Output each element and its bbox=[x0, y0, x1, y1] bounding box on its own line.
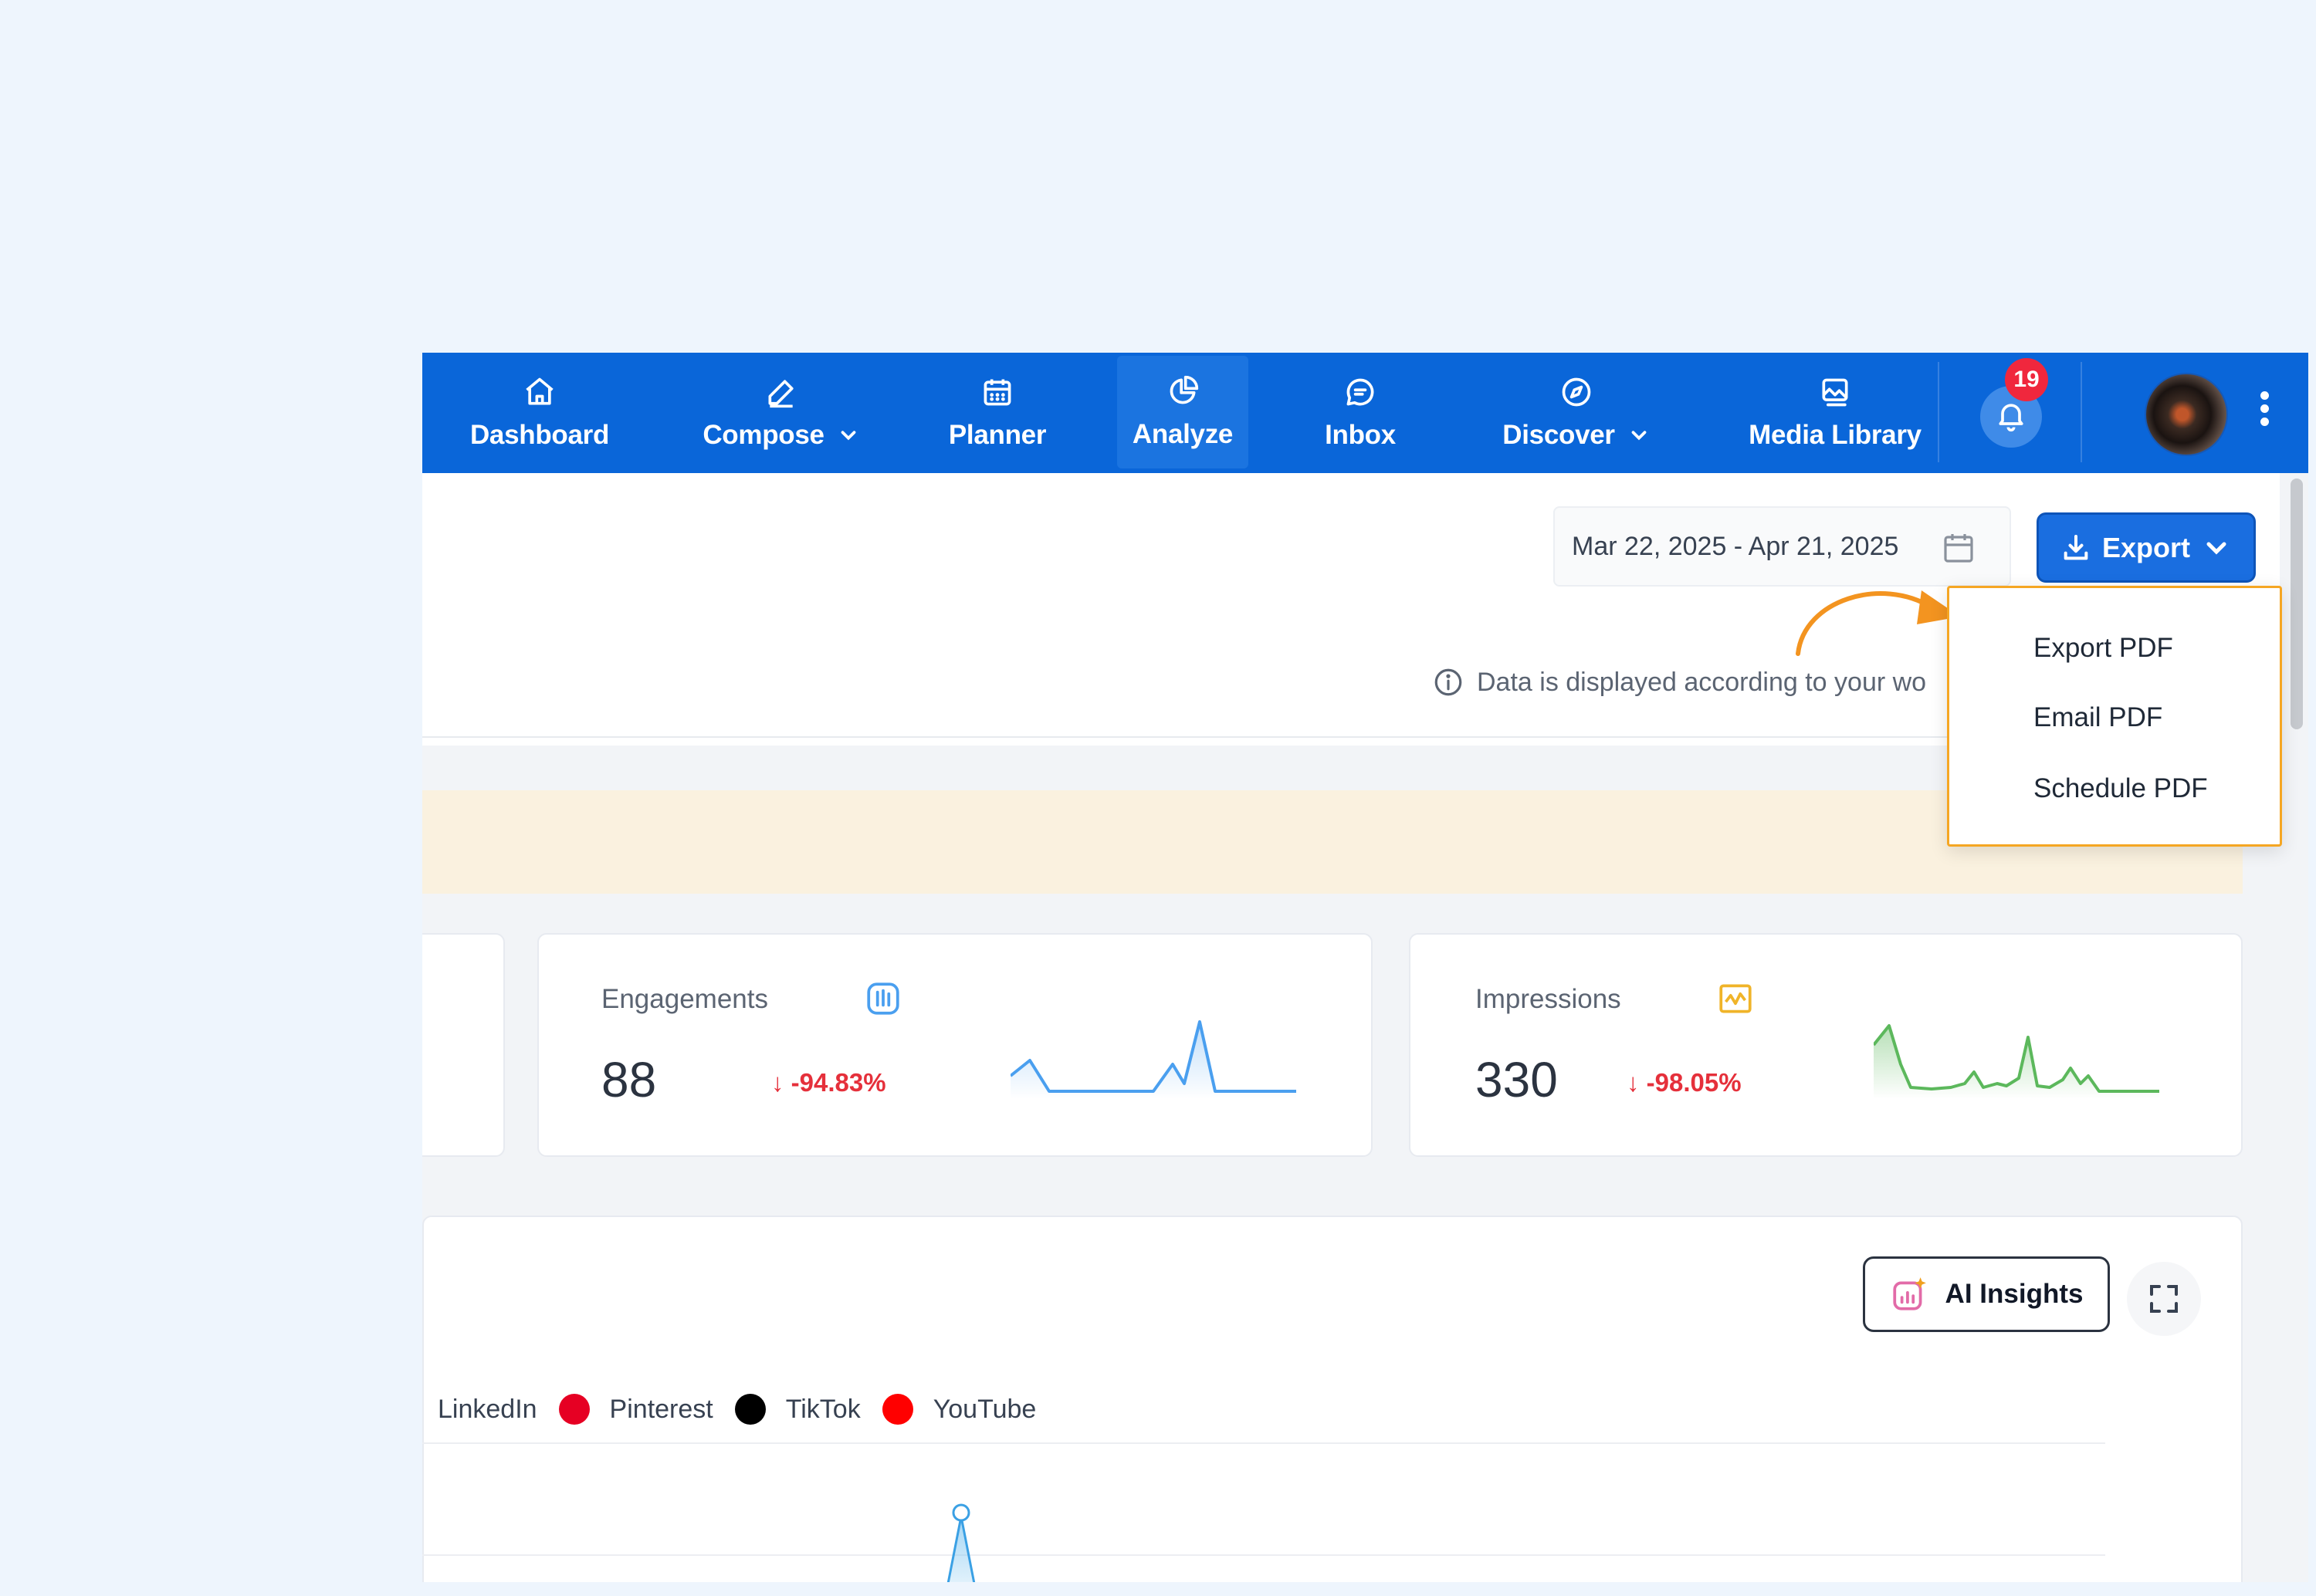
chevron-down-icon bbox=[2201, 533, 2232, 563]
metric-change: ↓ -98.05% bbox=[1627, 1068, 1742, 1097]
metric-change: ↓ -94.83% bbox=[771, 1068, 886, 1097]
metric-title: Engagements bbox=[601, 984, 768, 1014]
export-button-label: Export bbox=[2101, 531, 2190, 563]
metric-change-value: -98.05% bbox=[1646, 1068, 1742, 1097]
chart-data-spike bbox=[946, 1503, 976, 1582]
nav-label-compose: Compose bbox=[703, 420, 824, 450]
legend-item-pinterest[interactable]: Pinterest bbox=[558, 1394, 713, 1425]
nav-label-dashboard: Dashboard bbox=[469, 420, 610, 450]
menu-item-export-pdf[interactable]: Export PDF bbox=[2033, 633, 2173, 664]
chevron-down-icon bbox=[837, 424, 860, 447]
legend-label: LinkedIn bbox=[438, 1394, 537, 1424]
tutorial-arrow-icon bbox=[1796, 590, 1960, 656]
expand-icon bbox=[2150, 1285, 2178, 1313]
legend-dot bbox=[558, 1394, 590, 1425]
chart-legend: LinkedIn Pinterest TikTok YouTube bbox=[438, 1394, 1058, 1425]
chat-icon bbox=[1343, 375, 1377, 409]
notice-text: Data is displayed according to your wo bbox=[1477, 667, 1927, 697]
nav-compose[interactable]: Compose bbox=[677, 353, 885, 473]
metric-value: 88 bbox=[601, 1052, 657, 1107]
nav-divider bbox=[1938, 362, 1939, 462]
nav-discover[interactable]: Discover bbox=[1472, 353, 1681, 473]
more-options-icon[interactable] bbox=[2257, 391, 2272, 438]
trend-chart-icon bbox=[1719, 984, 1752, 1013]
nav-media-library[interactable]: Media Library bbox=[1719, 353, 1951, 473]
metric-title: Impressions bbox=[1475, 984, 1621, 1014]
calendar-icon bbox=[980, 375, 1014, 409]
image-icon bbox=[1818, 375, 1852, 409]
info-icon bbox=[1432, 666, 1464, 698]
download-icon bbox=[2060, 533, 2091, 563]
export-button[interactable]: Export bbox=[2037, 512, 2256, 583]
bar-chart-icon bbox=[867, 982, 899, 1015]
home-icon bbox=[523, 375, 557, 409]
top-navigation-bar: Dashboard Compose Planner Analyze Inbox … bbox=[422, 353, 2308, 473]
chevron-down-icon bbox=[1627, 424, 1651, 447]
nav-divider bbox=[2081, 362, 2082, 462]
date-range-value: Mar 22, 2025 - Apr 21, 2025 bbox=[1572, 531, 1899, 561]
legend-label: Pinterest bbox=[609, 1394, 713, 1424]
nav-label-planner: Planner bbox=[948, 420, 1047, 450]
nav-dashboard[interactable]: Dashboard bbox=[451, 353, 628, 473]
legend-dot bbox=[882, 1394, 913, 1425]
legend-item-tiktok[interactable]: TikTok bbox=[734, 1394, 861, 1425]
nav-planner[interactable]: Planner bbox=[932, 353, 1063, 473]
nav-label-analyze: Analyze bbox=[1132, 419, 1234, 449]
menu-item-schedule-pdf[interactable]: Schedule PDF bbox=[2033, 773, 2208, 804]
pencil-icon bbox=[764, 375, 798, 409]
ai-insights-button[interactable]: AI Insights bbox=[1863, 1256, 2110, 1332]
nav-label-discover: Discover bbox=[1502, 420, 1615, 450]
chart-gridline bbox=[422, 1554, 2105, 1556]
legend-dot bbox=[734, 1394, 766, 1425]
pie-chart-icon bbox=[1166, 374, 1200, 408]
legend-label: TikTok bbox=[785, 1394, 861, 1424]
data-timezone-notice: Data is displayed according to your wo bbox=[1432, 666, 1926, 698]
compass-icon bbox=[1559, 375, 1593, 409]
nav-inbox[interactable]: Inbox bbox=[1302, 353, 1418, 473]
notification-badge: 19 bbox=[2005, 358, 2048, 401]
metric-change-value: -94.83% bbox=[791, 1068, 886, 1097]
nav-label-inbox: Inbox bbox=[1325, 420, 1396, 450]
menu-item-email-pdf[interactable]: Email PDF bbox=[2033, 702, 2162, 733]
bell-icon bbox=[1994, 398, 2028, 436]
chart-gridline bbox=[422, 1442, 2105, 1444]
impressions-sparkline bbox=[1874, 1024, 2159, 1099]
ai-insights-label: AI Insights bbox=[1945, 1279, 2084, 1309]
legend-item-linkedin[interactable]: LinkedIn bbox=[438, 1395, 537, 1425]
fullscreen-button[interactable] bbox=[2127, 1262, 2201, 1336]
engagements-sparkline bbox=[1011, 1020, 1296, 1099]
metric-value: 330 bbox=[1475, 1052, 1558, 1107]
export-dropdown-menu: Export PDF Email PDF Schedule PDF bbox=[1947, 586, 2282, 847]
user-avatar[interactable] bbox=[2145, 373, 2228, 456]
calendar-icon bbox=[1944, 534, 1973, 563]
nav-analyze[interactable]: Analyze bbox=[1117, 356, 1248, 468]
app-window: Dashboard Compose Planner Analyze Inbox … bbox=[422, 353, 2308, 1582]
ai-sparkle-icon bbox=[1892, 1277, 1926, 1310]
nav-label-media-library: Media Library bbox=[1749, 420, 1922, 450]
date-range-picker[interactable]: Mar 22, 2025 - Apr 21, 2025 bbox=[1553, 506, 2011, 587]
scrollbar[interactable] bbox=[2291, 478, 2303, 729]
legend-item-youtube[interactable]: YouTube bbox=[882, 1394, 1037, 1425]
metric-card-partial bbox=[422, 933, 505, 1157]
legend-label: YouTube bbox=[933, 1394, 1037, 1424]
